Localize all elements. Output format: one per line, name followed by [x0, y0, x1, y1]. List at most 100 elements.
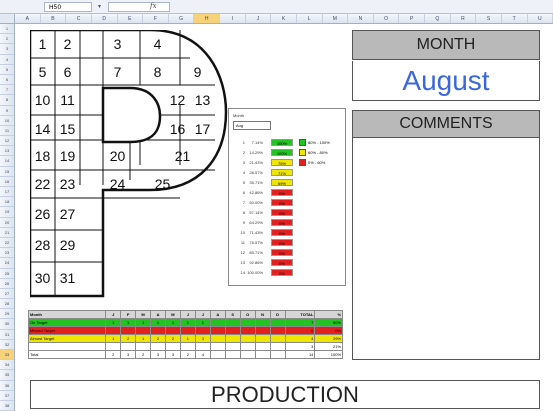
- summary-cell[interactable]: 1: [165, 318, 181, 327]
- summary-percent[interactable]: 50%: [314, 318, 343, 327]
- calendar-day[interactable]: 19: [55, 144, 80, 168]
- row-header[interactable]: 9: [0, 106, 14, 116]
- row-header[interactable]: 15: [0, 167, 14, 177]
- calendar-day[interactable]: 15: [55, 117, 80, 141]
- summary-cell[interactable]: [179, 326, 196, 335]
- name-box-dropdown-icon[interactable]: ▾: [98, 3, 104, 11]
- summary-cell[interactable]: 2: [165, 334, 181, 343]
- calendar-day[interactable]: 27: [55, 202, 80, 226]
- summary-header-cell[interactable]: O: [239, 310, 256, 319]
- calendar-day[interactable]: 9: [185, 60, 210, 84]
- summary-cell[interactable]: [135, 342, 152, 351]
- row-header[interactable]: 14: [0, 156, 14, 167]
- column-header[interactable]: T: [502, 14, 528, 23]
- row-header[interactable]: 5: [0, 65, 14, 75]
- summary-cell[interactable]: [224, 342, 241, 351]
- month-value[interactable]: August: [352, 61, 540, 101]
- calendar-day[interactable]: 13: [190, 88, 215, 112]
- column-header[interactable]: I: [220, 14, 246, 23]
- summary-cell[interactable]: 2: [105, 350, 122, 359]
- calendar-day[interactable]: 14: [30, 117, 55, 141]
- summary-total[interactable]: 3: [284, 342, 316, 351]
- summary-cell[interactable]: [194, 342, 211, 351]
- row-header[interactable]: 27: [0, 289, 14, 300]
- summary-cell[interactable]: [179, 342, 196, 351]
- calendar-day[interactable]: 21: [170, 144, 195, 168]
- name-box[interactable]: H50: [44, 2, 92, 12]
- row-header[interactable]: 28: [0, 299, 14, 310]
- calendar-day[interactable]: 1: [30, 32, 55, 56]
- summary-header-cell[interactable]: A: [150, 310, 166, 319]
- summary-cell[interactable]: [209, 318, 226, 327]
- calendar-day[interactable]: 28: [30, 233, 55, 257]
- calendar-day[interactable]: 3: [105, 32, 130, 56]
- calendar-day[interactable]: 8: [145, 60, 170, 84]
- row-header[interactable]: 23: [0, 248, 14, 259]
- summary-row-label[interactable]: Almost Target: [27, 334, 107, 343]
- summary-cell[interactable]: [120, 342, 137, 351]
- summary-cell[interactable]: 3: [150, 350, 166, 359]
- row-header[interactable]: 8: [0, 95, 14, 106]
- row-header[interactable]: 3: [0, 44, 14, 55]
- summary-cell[interactable]: [239, 350, 256, 359]
- row-header[interactable]: 1: [0, 24, 14, 35]
- row-header[interactable]: 7: [0, 85, 14, 96]
- summary-total[interactable]: 7: [284, 318, 316, 327]
- column-header[interactable]: H: [194, 14, 220, 23]
- column-header[interactable]: C: [66, 14, 92, 23]
- summary-percent[interactable]: 100%: [314, 350, 343, 359]
- summary-cell[interactable]: [120, 326, 137, 335]
- summary-percent[interactable]: 21%: [314, 342, 343, 351]
- summary-cell[interactable]: [269, 342, 286, 351]
- summary-cell[interactable]: [254, 326, 271, 335]
- row-header[interactable]: 10: [0, 116, 14, 126]
- summary-row-label[interactable]: Total: [27, 350, 107, 359]
- column-header[interactable]: B: [41, 14, 67, 23]
- summary-cell[interactable]: 1: [179, 318, 196, 327]
- calendar-day[interactable]: 26: [30, 202, 55, 226]
- summary-percent[interactable]: 0%: [314, 326, 343, 335]
- summary-cell[interactable]: [224, 326, 241, 335]
- summary-header-cell[interactable]: Month: [27, 310, 107, 319]
- column-header[interactable]: J: [246, 14, 272, 23]
- summary-cell[interactable]: 1: [120, 318, 137, 327]
- select-all-corner[interactable]: [0, 14, 15, 24]
- summary-cell[interactable]: 1: [105, 334, 122, 343]
- calendar-day[interactable]: 24: [105, 172, 130, 196]
- summary-header-cell[interactable]: J: [194, 310, 211, 319]
- summary-cell[interactable]: [269, 318, 286, 327]
- row-header[interactable]: 2: [0, 34, 14, 45]
- row-header[interactable]: 4: [0, 55, 14, 65]
- summary-header-cell[interactable]: F: [120, 310, 137, 319]
- summary-cell[interactable]: [269, 350, 286, 359]
- summary-cell[interactable]: [105, 326, 122, 335]
- summary-row-label[interactable]: On Target: [27, 318, 107, 327]
- summary-cell[interactable]: [165, 342, 181, 351]
- summary-cell[interactable]: [150, 326, 166, 335]
- summary-cell[interactable]: [254, 350, 271, 359]
- formula-input[interactable]: [108, 2, 170, 12]
- calendar-day[interactable]: 18: [30, 144, 55, 168]
- summary-cell[interactable]: 1: [194, 318, 211, 327]
- row-header[interactable]: 18: [0, 197, 14, 208]
- row-header[interactable]: 33: [0, 350, 14, 361]
- summary-cell[interactable]: [269, 334, 286, 343]
- summary-cell[interactable]: [194, 326, 211, 335]
- calendar-day[interactable]: 23: [55, 172, 80, 196]
- summary-cell[interactable]: 2: [150, 334, 166, 343]
- summary-header-cell[interactable]: S: [224, 310, 241, 319]
- summary-total[interactable]: 14: [284, 350, 316, 359]
- row-header[interactable]: 6: [0, 75, 14, 86]
- summary-cell[interactable]: 1: [179, 334, 196, 343]
- summary-cell[interactable]: [239, 334, 256, 343]
- row-header[interactable]: 22: [0, 238, 14, 249]
- row-header[interactable]: 31: [0, 330, 14, 340]
- summary-cell[interactable]: [209, 326, 226, 335]
- summary-header-cell[interactable]: D: [269, 310, 286, 319]
- row-header[interactable]: 37: [0, 391, 14, 401]
- summary-header-cell[interactable]: J: [105, 310, 122, 319]
- row-header[interactable]: 11: [0, 126, 14, 137]
- summary-cell[interactable]: [239, 342, 256, 351]
- fx-icon[interactable]: fx: [150, 2, 157, 10]
- summary-header-cell[interactable]: J: [179, 310, 196, 319]
